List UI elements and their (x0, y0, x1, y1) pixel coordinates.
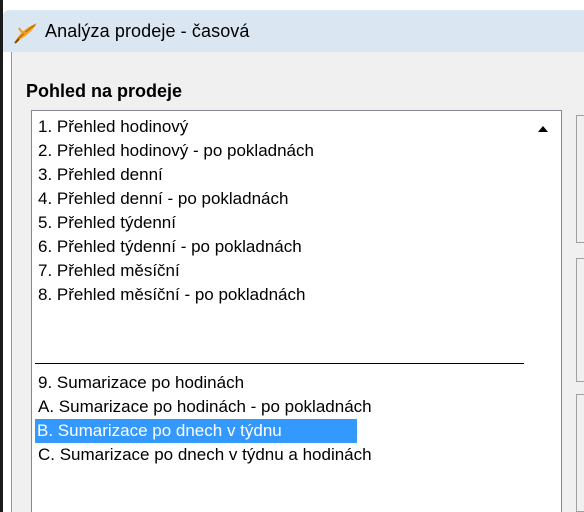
list-item[interactable]: 4. Přehled denní - po pokladnách (36, 187, 356, 211)
list-item[interactable]: 7. Přehled měsíční (36, 259, 356, 283)
window-title: Analýza prodeje - časová (45, 21, 250, 41)
right-group-box-2 (576, 258, 584, 382)
scroll-up-arrow-icon[interactable] (538, 126, 548, 132)
listbox-scrollbar[interactable] (532, 111, 561, 512)
feather-icon (14, 23, 37, 44)
list-item[interactable]: C. Sumarizace po dnech v týdnu a hodinác… (36, 443, 372, 467)
list-item[interactable]: 9. Sumarizace po hodinách (36, 371, 356, 395)
list-item[interactable]: 2. Přehled hodinový - po pokladnách (36, 139, 356, 163)
list-item-selected[interactable]: B. Sumarizace po dnech v týdnu (35, 419, 357, 443)
list-item[interactable]: 6. Přehled týdenní - po pokladnách (36, 235, 356, 259)
title-bar[interactable]: Analýza prodeje - časová (3, 10, 584, 52)
section-title: Pohled na prodeje (26, 81, 183, 101)
right-group-box-3 (576, 394, 584, 512)
list-item[interactable]: 1. Přehled hodinový (36, 115, 356, 139)
right-group-box-1 (576, 115, 584, 243)
application-window: Analýza prodeje - časová Pohled na prode… (0, 0, 584, 512)
window-left-edge (0, 0, 3, 512)
list-separator (35, 363, 524, 364)
list-item[interactable]: 8. Přehled měsíční - po pokladnách (36, 283, 356, 307)
list-item[interactable]: 3. Přehled denní (36, 163, 356, 187)
list-item[interactable]: A. Sumarizace po hodinách - po pokladnác… (36, 395, 372, 419)
list-item[interactable]: 5. Přehled týdenní (36, 211, 356, 235)
